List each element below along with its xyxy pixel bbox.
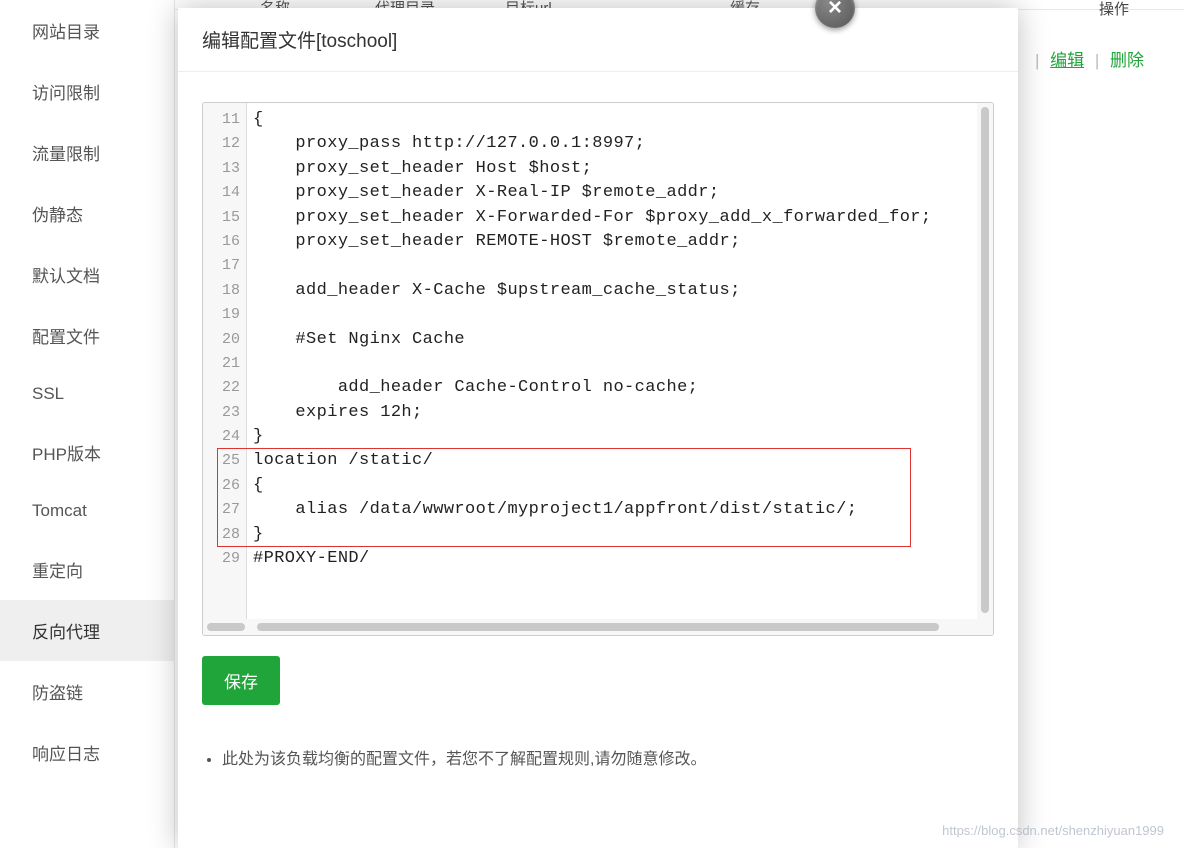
line-number: 20 [203, 328, 246, 352]
code-line[interactable]: { [253, 474, 993, 498]
line-number: 15 [203, 206, 246, 230]
edit-config-modal: 编辑配置文件[toschool] 11121314151617181920212… [178, 8, 1018, 848]
code-line[interactable]: proxy_set_header Host $host; [253, 157, 993, 181]
code-line[interactable]: proxy_pass http://127.0.0.1:8997; [253, 132, 993, 156]
line-gutter: 11121314151617181920212223242526272829 [203, 103, 247, 635]
sidebar-item-10[interactable]: 反向代理 [0, 600, 174, 661]
col-op: 操作 [1099, 0, 1129, 19]
code-line[interactable]: #Set Nginx Cache [253, 328, 993, 352]
vscroll[interactable] [977, 103, 993, 635]
hscroll[interactable] [203, 619, 993, 635]
code-line[interactable]: proxy_set_header X-Real-IP $remote_addr; [253, 181, 993, 205]
line-number: 12 [203, 132, 246, 156]
code-line[interactable]: expires 12h; [253, 401, 993, 425]
delete-link[interactable]: 删除 [1110, 51, 1144, 70]
hscroll-thumb-gutter[interactable] [207, 623, 245, 631]
vscroll-thumb[interactable] [981, 107, 989, 613]
action-sep1: | [1035, 51, 1039, 70]
sidebar-item-2[interactable]: 流量限制 [0, 122, 174, 183]
code-line[interactable]: { [253, 108, 993, 132]
line-number: 21 [203, 352, 246, 376]
line-number: 26 [203, 474, 246, 498]
line-number: 19 [203, 303, 246, 327]
action-sep2: | [1095, 51, 1099, 70]
code-line[interactable] [253, 254, 993, 278]
line-number: 18 [203, 279, 246, 303]
code-line[interactable]: add_header X-Cache $upstream_cache_statu… [253, 279, 993, 303]
line-number: 27 [203, 498, 246, 522]
close-icon: × [828, 0, 842, 22]
watermark: https://blog.csdn.net/shenzhiyuan1999 [942, 823, 1164, 838]
sidebar-item-8[interactable]: Tomcat [0, 483, 174, 539]
sidebar-item-4[interactable]: 默认文档 [0, 244, 174, 305]
sidebar-item-11[interactable]: 防盗链 [0, 661, 174, 722]
line-number: 17 [203, 254, 246, 278]
modal-title: 编辑配置文件[toschool] [178, 8, 1018, 72]
line-number: 13 [203, 157, 246, 181]
line-number: 25 [203, 449, 246, 473]
sidebar-item-5[interactable]: 配置文件 [0, 305, 174, 366]
sidebar-item-0[interactable]: 网站目录 [0, 0, 174, 61]
line-number: 28 [203, 523, 246, 547]
edit-link[interactable]: 编辑 [1050, 51, 1084, 70]
sidebar-item-9[interactable]: 重定向 [0, 539, 174, 600]
code-line[interactable]: } [253, 523, 993, 547]
code-line[interactable]: proxy_set_header REMOTE-HOST $remote_add… [253, 230, 993, 254]
sidebar-item-7[interactable]: PHP版本 [0, 422, 174, 483]
line-number: 22 [203, 376, 246, 400]
code-line[interactable]: proxy_set_header X-Forwarded-For $proxy_… [253, 206, 993, 230]
code-line[interactable]: } [253, 425, 993, 449]
line-number: 29 [203, 547, 246, 571]
code-editor[interactable]: 11121314151617181920212223242526272829 {… [202, 102, 994, 636]
line-number: 14 [203, 181, 246, 205]
config-note: 此处为该负载均衡的配置文件，若您不了解配置规则,请勿随意修改。 [222, 745, 994, 769]
hscroll-thumb-code[interactable] [257, 623, 939, 631]
row-actions: | 编辑 | 删除 [1029, 46, 1144, 71]
line-number: 11 [203, 108, 246, 132]
sidebar-item-1[interactable]: 访问限制 [0, 61, 174, 122]
code-line[interactable]: alias /data/wwwroot/myproject1/appfront/… [253, 498, 993, 522]
code-line[interactable] [253, 303, 993, 327]
code-line[interactable]: #PROXY-END/ [253, 547, 993, 571]
code-line[interactable]: add_header Cache-Control no-cache; [253, 376, 993, 400]
sidebar-item-6[interactable]: SSL [0, 366, 174, 422]
code-line[interactable]: location /static/ [253, 449, 993, 473]
code-line[interactable] [253, 352, 993, 376]
line-number: 16 [203, 230, 246, 254]
line-number: 24 [203, 425, 246, 449]
sidebar-item-3[interactable]: 伪静态 [0, 183, 174, 244]
line-number: 23 [203, 401, 246, 425]
code-area[interactable]: { proxy_pass http://127.0.0.1:8997; prox… [247, 103, 993, 635]
sidebar-item-12[interactable]: 响应日志 [0, 722, 174, 783]
save-button[interactable]: 保存 [202, 656, 280, 705]
sidebar: 网站目录访问限制流量限制伪静态默认文档配置文件SSLPHP版本Tomcat重定向… [0, 0, 175, 848]
